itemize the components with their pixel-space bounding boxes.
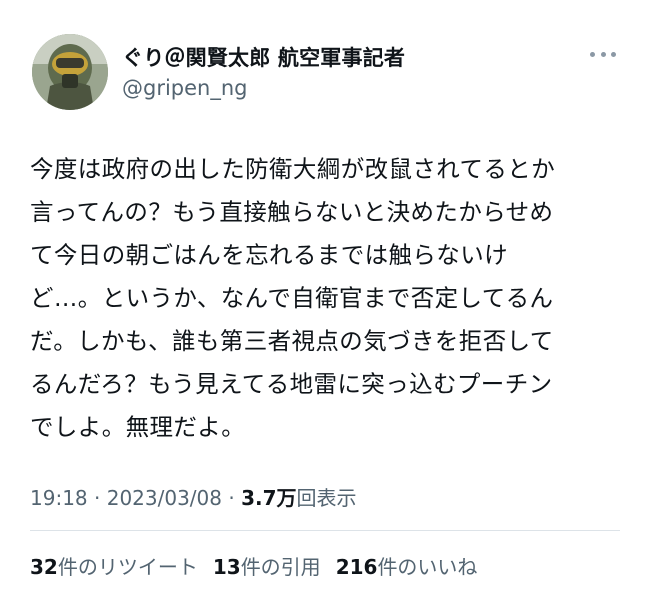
likes-stat[interactable]: 216件のいいね	[336, 551, 478, 580]
retweets-stat[interactable]: 32件のリツイート	[30, 551, 198, 580]
tweet-time[interactable]: 19:18	[30, 486, 88, 510]
retweets-count: 32	[30, 555, 58, 579]
more-dot	[600, 51, 606, 57]
tweet-line: ど…。というか、なんで自衛官まで否定してるん	[30, 284, 554, 312]
tweet-line: 言ってんの？もう直接触らないと決めたからせめ	[30, 198, 554, 226]
quotes-stat[interactable]: 13件の引用	[213, 551, 321, 580]
quotes-label: 件の引用	[240, 555, 321, 579]
view-label: 回表示	[296, 486, 357, 510]
tweet-meta: 19:18 · 2023/03/08 · 3.7万回表示	[30, 482, 357, 511]
tweet-line: 今度は政府の出した防衛大綱が改鼠されてるとか	[30, 155, 556, 183]
more-horizontal-icon[interactable]	[590, 48, 616, 60]
display-name[interactable]: ぐり＠関賢太郎 航空軍事記者	[122, 42, 405, 72]
tweet-date[interactable]: 2023/03/08	[107, 486, 222, 510]
tweet-line: だ。しかも、誰も第三者視点の気づきを拒否して	[30, 327, 554, 355]
tweet-text: 今度は政府の出した防衛大綱が改鼠されてるとか 言ってんの？もう直接触らないと決め…	[30, 148, 630, 449]
likes-label: 件のいいね	[377, 555, 478, 579]
divider	[30, 530, 620, 531]
tweet-line: て今日の朝ごはんを忘れるまでは触らないけ	[30, 241, 508, 269]
likes-count: 216	[335, 555, 378, 579]
user-handle[interactable]: @gripen_ng	[122, 76, 248, 100]
quotes-count: 13	[212, 555, 241, 579]
view-count: 3.7万	[241, 486, 297, 510]
meta-separator: ·	[87, 486, 107, 510]
tweet-line: でしよ。無理だよ。	[30, 413, 246, 441]
avatar[interactable]	[32, 34, 108, 110]
pilot-helmet-avatar	[32, 34, 108, 110]
retweets-label: 件のリツイート	[57, 555, 198, 579]
tweet-line: るんだろ？もう見えてる地雷に突っ込むプーチン	[30, 370, 553, 398]
engagement-stats: 32件のリツイート 13件の引用 216件のいいね	[30, 551, 477, 580]
more-dot	[590, 51, 595, 57]
meta-separator: ·	[222, 486, 242, 510]
more-dot	[611, 51, 616, 57]
